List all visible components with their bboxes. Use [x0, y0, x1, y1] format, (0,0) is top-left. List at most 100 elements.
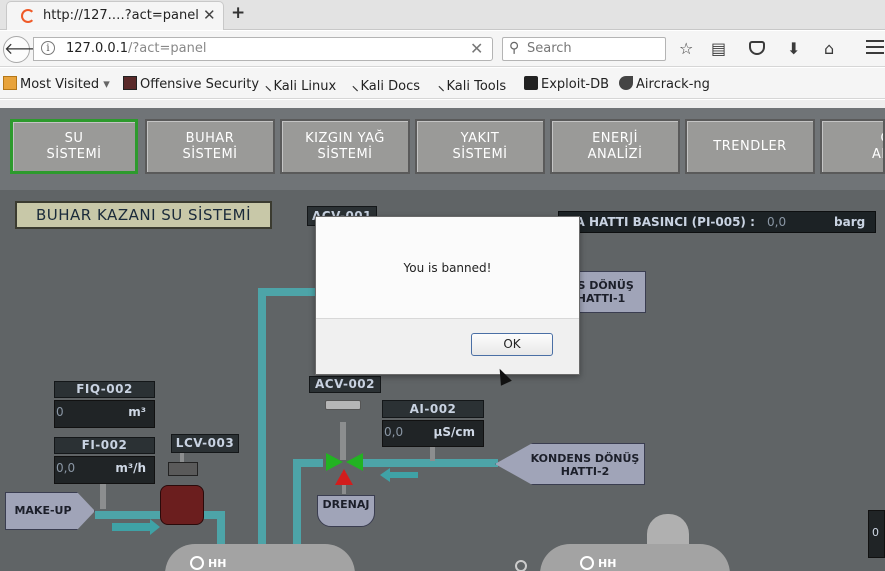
valve-inlet-pipe: [293, 459, 323, 467]
new-tab-icon[interactable]: +: [231, 3, 245, 23]
top-pipe-segment: [258, 288, 318, 296]
hh-label: HH: [598, 557, 617, 570]
dialog-message: You is banned!: [403, 261, 492, 275]
home-icon[interactable]: ⌂: [824, 39, 834, 58]
download-icon[interactable]: ⬇: [787, 39, 800, 58]
flow-arrow-icon: [390, 472, 418, 478]
hamburger-menu-icon[interactable]: [866, 40, 884, 58]
page-title: BUHAR KAZANI SU SİSTEMİ: [15, 201, 272, 229]
bookmark-offensive-security[interactable]: Offensive Security: [123, 76, 259, 92]
reading-list-icon[interactable]: ▤: [711, 39, 726, 58]
fiq-002-value: 0: [56, 405, 64, 419]
bookmark-label: Kali Tools: [446, 79, 507, 94]
url-text: 127.0.0.1/?act=panel: [66, 41, 206, 56]
flow-arrowhead-icon: [380, 468, 390, 482]
bookmark-aircrack-ng[interactable]: Aircrack-ng: [619, 76, 710, 92]
drenaj-outlet: DRENAJ: [317, 495, 375, 527]
url-bar[interactable]: i 127.0.0.1/?act=panel ✕: [33, 37, 493, 61]
kali-dragon-icon: ⸜: [438, 79, 445, 94]
tab-label: YAKIT SİSTEMİ: [452, 130, 508, 162]
tab-label: BUHAR SİSTEMİ: [182, 130, 238, 162]
tab-kizgin-yag-sistemi[interactable]: KIZGIN YAĞ SİSTEMİ: [280, 119, 410, 174]
bookmark-label: Most Visited: [20, 77, 100, 92]
back-arrow-icon[interactable]: 🡐: [3, 36, 47, 63]
ai-stem: [430, 447, 435, 461]
lcv-003-tag: LCV-003: [171, 434, 239, 453]
lcv-valve-icon[interactable]: [160, 485, 204, 525]
browser-window: http://127.…?act=panel ✕ + 🡐 i 127.0.0.1…: [0, 0, 885, 571]
tab-trendler[interactable]: TRENDLER: [685, 119, 815, 174]
tab-title: http://127.…?act=panel: [43, 8, 199, 23]
bookmark-star-icon[interactable]: ☆: [679, 39, 693, 58]
search-placeholder: Search: [527, 41, 572, 56]
bookmark-label: Kali Linux: [273, 79, 337, 94]
bookmark-exploit-db[interactable]: Exploit-DB: [524, 76, 609, 92]
right-edge-readout: 0: [868, 510, 885, 558]
url-host: 127.0.0.1: [66, 41, 129, 56]
search-input[interactable]: ⚲ Search: [502, 37, 666, 61]
bookmark-label: Aircrack-ng: [636, 77, 710, 92]
flow-arrow-icon: [112, 523, 152, 531]
fi-002-tag: FI-002: [54, 437, 155, 454]
tab-yakit-sistemi[interactable]: YAKIT SİSTEMİ: [415, 119, 545, 174]
tab-buhar-sistemi[interactable]: BUHAR SİSTEMİ: [145, 119, 275, 174]
tab-enerji-analizi[interactable]: ENERJİ ANALİZİ: [550, 119, 680, 174]
fiq-002-tag: FIQ-002: [54, 381, 155, 398]
tank-dome: [647, 514, 689, 544]
pi-005-readout: VA HATTI BASINCI (PI-005) : 0,0 barg: [558, 211, 876, 233]
bookmark-kali-linux[interactable]: ⸜ Kali Linux: [265, 76, 336, 94]
valve-bottom-icon[interactable]: [335, 469, 353, 485]
fi-002-value: 0,0: [56, 461, 76, 475]
tab-label: TRENDLER: [713, 138, 787, 154]
close-tab-icon[interactable]: ✕: [203, 6, 216, 24]
fiq-002-readout: 0 m³: [54, 400, 155, 428]
fi-002-unit: m³/h: [115, 461, 146, 475]
bookmark-kali-tools[interactable]: ⸜ Kali Tools: [438, 76, 506, 94]
tab-strip: http://127.…?act=panel ✕ +: [0, 0, 885, 30]
navigation-toolbar: 🡐 i 127.0.0.1/?act=panel ✕ ⚲ Search ☆ ▤ …: [0, 31, 885, 67]
acv-actuator-icon: [325, 400, 361, 410]
bookmark-label: Kali Docs: [360, 79, 421, 94]
chevron-down-icon: ▾: [103, 77, 110, 92]
tab-label: SU SİSTEMİ: [46, 130, 102, 162]
bookmark-label: Offensive Security: [140, 77, 260, 92]
pi-005-unit: barg: [834, 215, 866, 229]
bookmark-most-visited[interactable]: Most Visited ▾: [3, 76, 110, 92]
ai-002-tag: AI-002: [382, 400, 484, 418]
tab-label: KIZGIN YAĞ SİSTEMİ: [305, 130, 385, 162]
info-icon[interactable]: i: [41, 41, 55, 55]
bookmarks-toolbar: Most Visited ▾ Offensive Security ⸜ Kali …: [0, 68, 885, 99]
bookmark-label: Exploit-DB: [541, 77, 610, 92]
ok-button[interactable]: OK: [471, 333, 553, 356]
hh-label: HH: [208, 557, 227, 570]
pi-005-value: 0,0: [767, 215, 787, 229]
exploit-db-icon: [524, 76, 538, 90]
clear-url-icon[interactable]: ✕: [470, 39, 483, 58]
ai-002-readout: 0,0 µS/cm: [382, 420, 484, 447]
system-nav-strip: SU SİSTEMİ BUHAR SİSTEMİ KIZGIN YAĞ SİST…: [0, 108, 885, 190]
tab-label: GE ALAR: [872, 131, 883, 162]
lcv-actuator-icon: [168, 462, 198, 476]
kali-dragon-icon: ⸜: [352, 79, 359, 94]
search-icon: ⚲: [509, 40, 520, 56]
bookmark-kali-docs[interactable]: ⸜ Kali Docs: [352, 76, 420, 94]
pocket-icon[interactable]: [749, 41, 765, 55]
tab-label: ENERJİ ANALİZİ: [587, 130, 643, 162]
hh-indicator-left: HH: [190, 556, 226, 570]
folder-icon: [3, 76, 17, 90]
tab-genel-alarmlar[interactable]: GE ALAR: [820, 119, 885, 174]
url-path: /?act=panel: [128, 41, 207, 56]
page-top-margin: [0, 100, 885, 108]
dialog-body: You is banned!: [316, 217, 579, 319]
fiq-002-unit: m³: [128, 405, 146, 419]
kondens-donus-2: KONDENS DÖNÜŞ HATTI-2: [495, 443, 645, 485]
browser-tab[interactable]: http://127.…?act=panel ✕: [6, 1, 224, 30]
tank-right: [540, 544, 730, 571]
pi-005-label: VA HATTI BASINCI (PI-005) :: [567, 215, 755, 229]
aircrack-icon: [619, 76, 633, 90]
fi-002-readout: 0,0 m³/h: [54, 456, 155, 484]
offensive-security-icon: [123, 76, 137, 90]
flow-arrowhead-icon: [150, 519, 160, 535]
tab-su-sistemi[interactable]: SU SİSTEMİ: [10, 119, 138, 174]
alert-dialog: You is banned! OK: [315, 216, 580, 375]
